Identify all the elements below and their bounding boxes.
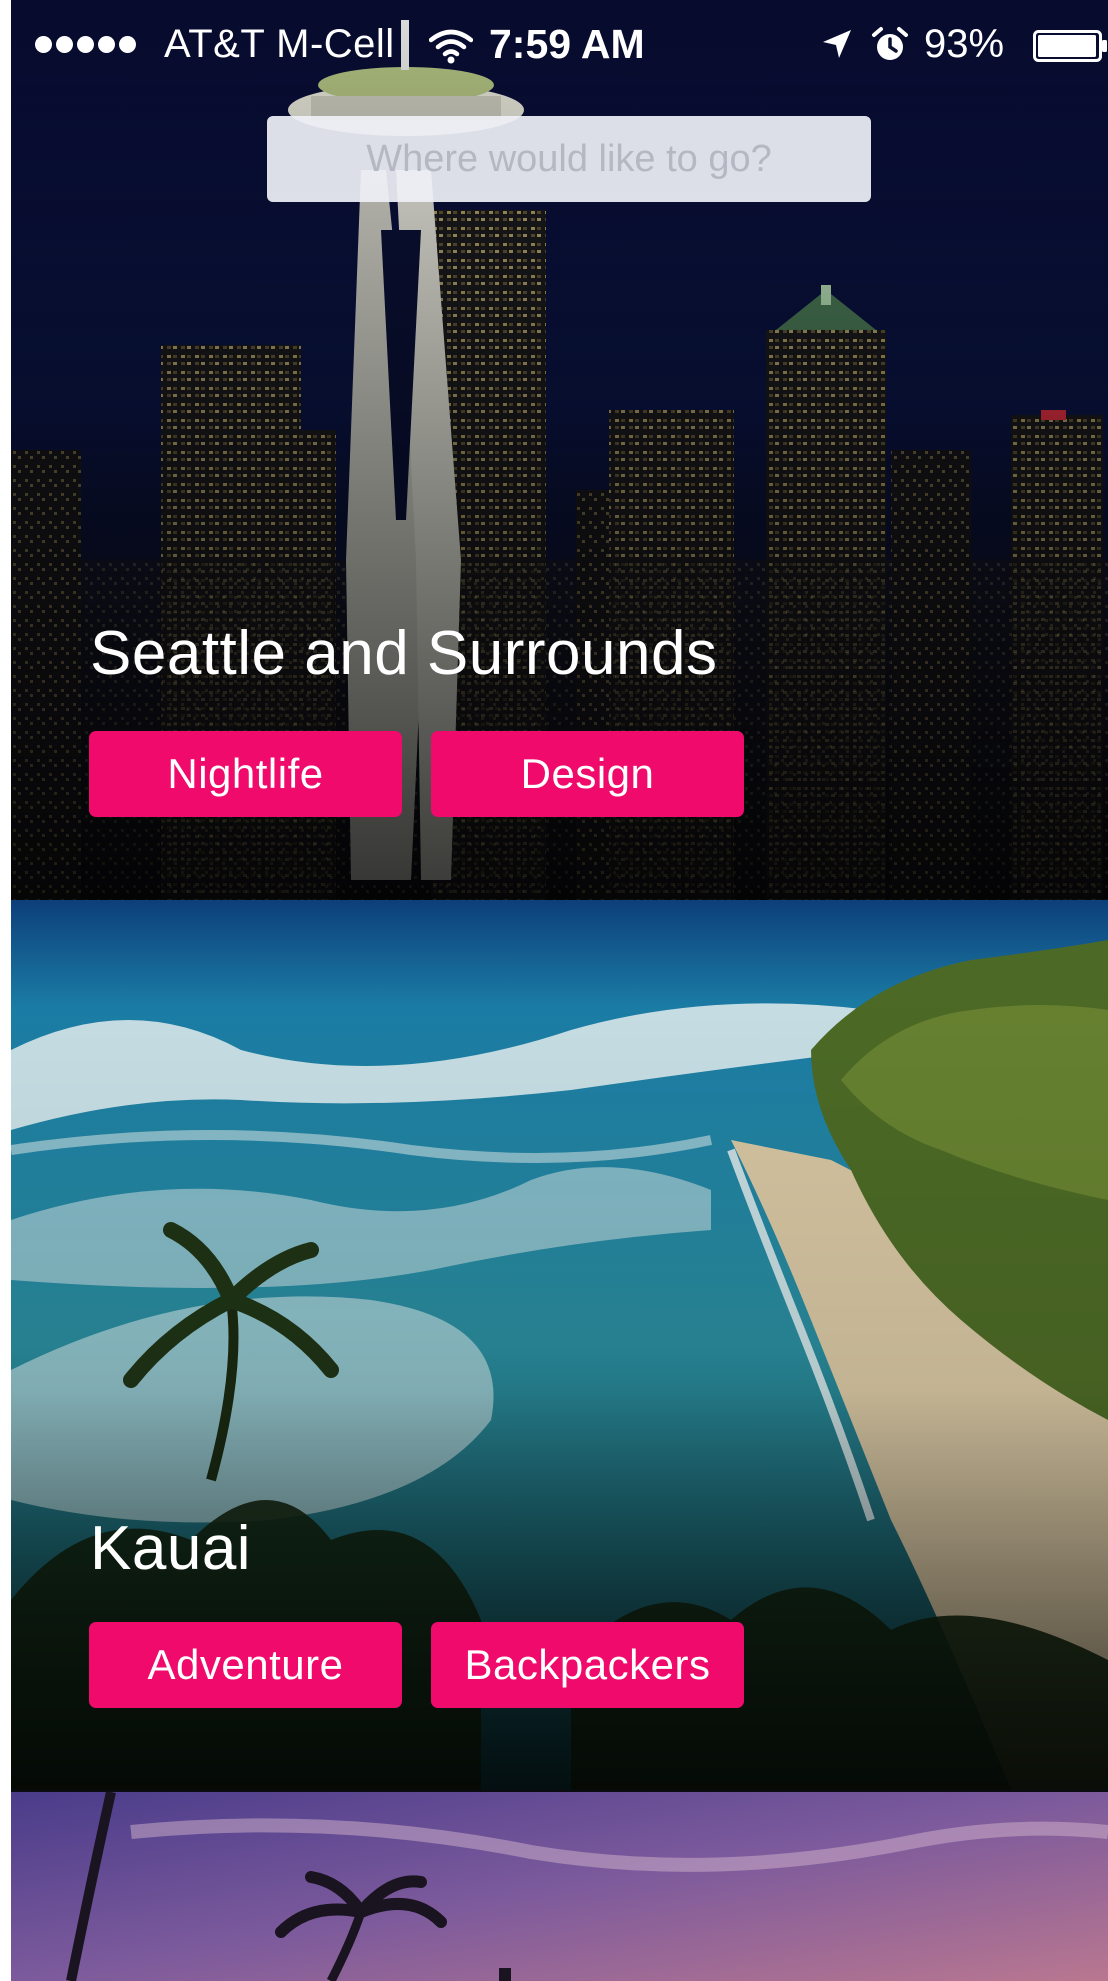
tag-button-backpackers[interactable]: Backpackers	[431, 1622, 744, 1708]
search-box[interactable]	[267, 115, 871, 203]
destination-title: Kauai	[90, 1514, 252, 1583]
sunset-palm-image	[11, 1792, 1108, 1981]
location-arrow-icon	[823, 30, 851, 58]
battery-percentage: 93%	[924, 22, 1005, 66]
tag-list: Adventure Backpackers	[89, 1622, 744, 1708]
wifi-icon	[429, 29, 473, 64]
search-input[interactable]	[267, 115, 871, 203]
clock: 7:59 AM	[489, 21, 645, 67]
tag-button-adventure[interactable]: Adventure	[89, 1622, 402, 1708]
status-bar: AT&T M-Cell 7:59 AM 93%	[11, 0, 1108, 92]
carrier-name: AT&T M-Cell	[164, 22, 395, 66]
tag-button-design[interactable]: Design	[431, 731, 744, 817]
destination-title: Seattle and Surrounds	[90, 619, 718, 688]
tag-list: Nightlife Design	[89, 731, 744, 817]
left-edge	[0, 0, 11, 1981]
destination-card-kauai[interactable]: Kauai Adventure Backpackers	[11, 900, 1108, 1790]
alarm-clock-icon	[872, 27, 908, 60]
tag-button-nightlife[interactable]: Nightlife	[89, 731, 402, 817]
signal-dots-icon	[35, 36, 136, 53]
battery-icon	[1033, 30, 1107, 62]
screen: AT&T M-Cell 7:59 AM 93% Where would like…	[0, 0, 1108, 1981]
destination-card-partial[interactable]	[11, 1792, 1108, 1981]
